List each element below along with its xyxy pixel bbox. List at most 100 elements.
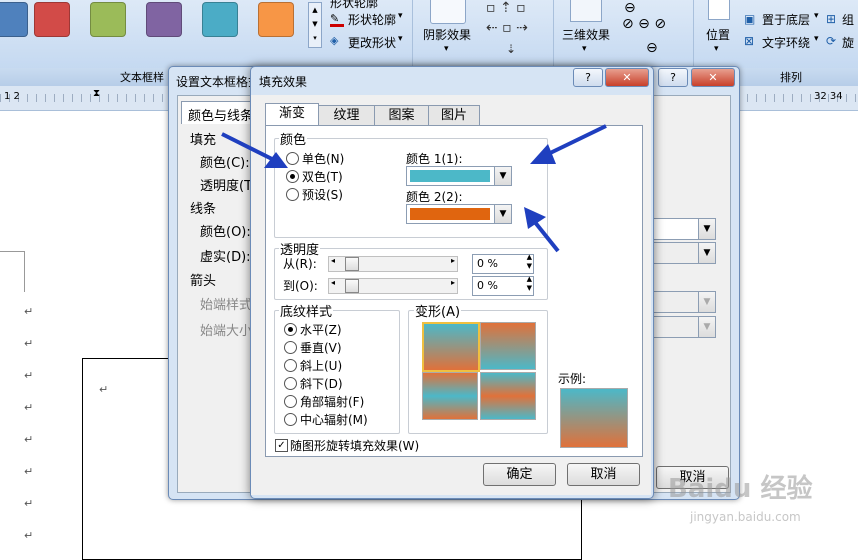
help-button[interactable]: ?: [573, 68, 603, 87]
diagonal-up-radio[interactable]: [284, 359, 297, 372]
from-center-radio[interactable]: [284, 413, 297, 426]
send-back-icon: ▣: [744, 12, 756, 26]
chevron-down-icon[interactable]: ▾: [814, 34, 819, 44]
chevron-down-icon[interactable]: ▾: [582, 44, 587, 54]
to-label: 到(O):: [283, 279, 318, 293]
three-d-effect-button[interactable]: 三维效果: [562, 26, 610, 43]
tab-pattern[interactable]: 图案: [374, 105, 429, 126]
chevron-down-icon[interactable]: ▾: [714, 44, 719, 54]
spin-arrows-icon[interactable]: ▲ ▼: [527, 275, 532, 293]
shadow-effect-icon: [430, 0, 466, 24]
tab-colors-lines[interactable]: 颜色与线条: [181, 101, 261, 124]
style-swatch-purple[interactable]: [146, 2, 182, 37]
tilt-down-icon[interactable]: ⊖: [646, 40, 658, 56]
preset-label: 预设(S): [302, 188, 343, 202]
tab-colors-lines-label: 颜色与线条: [188, 109, 254, 124]
chevron-down-icon[interactable]: ▼: [698, 243, 715, 263]
indent-marker-icon[interactable]: ⧗: [93, 88, 100, 99]
style-swatch-orange[interactable]: [258, 2, 294, 37]
color2-picker[interactable]: ▼: [406, 204, 512, 224]
dash-combo[interactable]: ▼: [652, 242, 716, 264]
variant-2[interactable]: [480, 322, 536, 370]
variant-3[interactable]: [422, 372, 478, 420]
shape-outline-button[interactable]: 形状轮廓: [348, 11, 396, 28]
from-slider[interactable]: ◂ ▸: [328, 256, 458, 272]
from-label: 从(R):: [283, 257, 317, 271]
from-spinner[interactable]: 0 % ▲ ▼: [472, 253, 534, 274]
position-button[interactable]: 位置: [706, 26, 730, 43]
cancel-button[interactable]: 取消: [567, 463, 640, 486]
paragraph-mark: ↵: [24, 497, 34, 510]
style-swatch-green[interactable]: [90, 2, 126, 37]
arrow-left-icon[interactable]: ◂: [331, 278, 335, 287]
annotation-arrow-right-top: [530, 124, 607, 164]
vertical-radio[interactable]: [284, 341, 297, 354]
chevron-down-icon[interactable]: ▼: [698, 219, 715, 239]
chevron-down-icon: ▼: [698, 292, 715, 312]
style-swatch-red[interactable]: [34, 2, 70, 37]
style-gallery-scroll[interactable]: ▲ ▼ ▾: [308, 2, 322, 48]
variant-1[interactable]: [422, 322, 480, 372]
line-style-combo[interactable]: ▼: [652, 218, 716, 240]
sample-preview: [560, 388, 628, 448]
ok-button[interactable]: 确定: [483, 463, 556, 486]
preset-radio[interactable]: [286, 188, 299, 201]
two-colors-label: 双色(T): [302, 170, 343, 184]
arrow-left-icon[interactable]: ◂: [331, 256, 335, 265]
arrow-right-icon[interactable]: ▸: [451, 256, 455, 265]
style-swatch-0[interactable]: [0, 2, 28, 37]
text-wrap-button[interactable]: 文字环绕: [762, 34, 810, 51]
send-to-back-button[interactable]: 置于底层: [762, 11, 810, 28]
group-icon: ⊞: [826, 12, 837, 26]
text-wrap-icon: ⊠: [744, 34, 755, 48]
begin-style-label: 始端样式: [200, 298, 253, 313]
group-button[interactable]: 组: [842, 11, 854, 28]
close-button[interactable]: ✕: [691, 68, 735, 87]
ruler-numbers-right: 32 34: [814, 91, 843, 102]
change-shape-button[interactable]: 更改形状: [348, 34, 396, 51]
chevron-down-icon[interactable]: ▾: [444, 44, 449, 54]
spin-arrows-icon[interactable]: ▲ ▼: [527, 253, 532, 271]
nudge-down-icon[interactable]: ⇣: [506, 42, 516, 56]
arrows-section-label: 箭头: [190, 274, 217, 289]
rotate-button[interactable]: 旋: [842, 34, 854, 51]
paragraph-mark: ↵: [24, 401, 34, 414]
style-swatch-teal[interactable]: [202, 2, 238, 37]
diagonal-down-radio[interactable]: [284, 377, 297, 390]
chevron-down-icon[interactable]: ▾: [398, 34, 403, 44]
horizontal-label: 水平(Z): [300, 323, 342, 337]
shape-fill-item[interactable]: 形状轮廓: [330, 0, 378, 11]
chevron-down-icon[interactable]: ▼: [494, 205, 511, 223]
to-slider-thumb[interactable]: [345, 279, 359, 293]
close-button[interactable]: ✕: [605, 68, 649, 87]
from-slider-thumb[interactable]: [345, 257, 359, 271]
rotate-fill-checkbox[interactable]: ✓: [275, 439, 288, 452]
chevron-down-icon[interactable]: ▾: [814, 11, 819, 21]
arrow-right-icon[interactable]: ▸: [451, 278, 455, 287]
single-color-label: 单色(N): [302, 152, 345, 166]
help-button[interactable]: ?: [658, 68, 688, 87]
variant-4[interactable]: [480, 372, 536, 420]
to-spinner[interactable]: 0 % ▲ ▼: [472, 275, 534, 296]
color1-picker[interactable]: ▼: [406, 166, 512, 186]
shadow-effect-button[interactable]: 阴影效果: [423, 26, 471, 43]
to-slider[interactable]: ◂ ▸: [328, 278, 458, 294]
tilt-up-icon[interactable]: ⊖: [624, 0, 636, 16]
tab-gradient[interactable]: 渐变: [265, 103, 319, 126]
nudge-shadow-icons-2[interactable]: ⇠ ▫ ⇢: [486, 20, 528, 36]
outline-pen-icon: ✎: [330, 12, 344, 27]
horizontal-radio[interactable]: [284, 323, 297, 336]
variants-title: 变形(A): [414, 301, 462, 320]
nudge-shadow-icons[interactable]: ▫ ⇡ ▫: [486, 0, 526, 16]
group-divider: [412, 0, 413, 66]
chevron-down-icon[interactable]: ▼: [494, 167, 511, 185]
ribbon: ▲ ▼ ▾ 形状轮廓 ✎ 形状轮廓 ▾ ◈ 更改形状 ▾ 阴影效果 ▾ ▫ ⇡ ▫ …: [0, 0, 858, 69]
tab-picture[interactable]: 图片: [428, 105, 480, 126]
from-corner-radio[interactable]: [284, 395, 297, 408]
tilt-left-right-icons[interactable]: ⊘ ⊖ ⊘: [622, 16, 666, 32]
chevron-down-icon[interactable]: ▾: [398, 11, 403, 21]
color1-label: 颜色 1(1):: [406, 152, 463, 166]
tab-texture[interactable]: 纹理: [318, 105, 375, 126]
annotation-arrow-left: [221, 132, 288, 168]
from-corner-label: 角部辐射(F): [300, 395, 365, 409]
